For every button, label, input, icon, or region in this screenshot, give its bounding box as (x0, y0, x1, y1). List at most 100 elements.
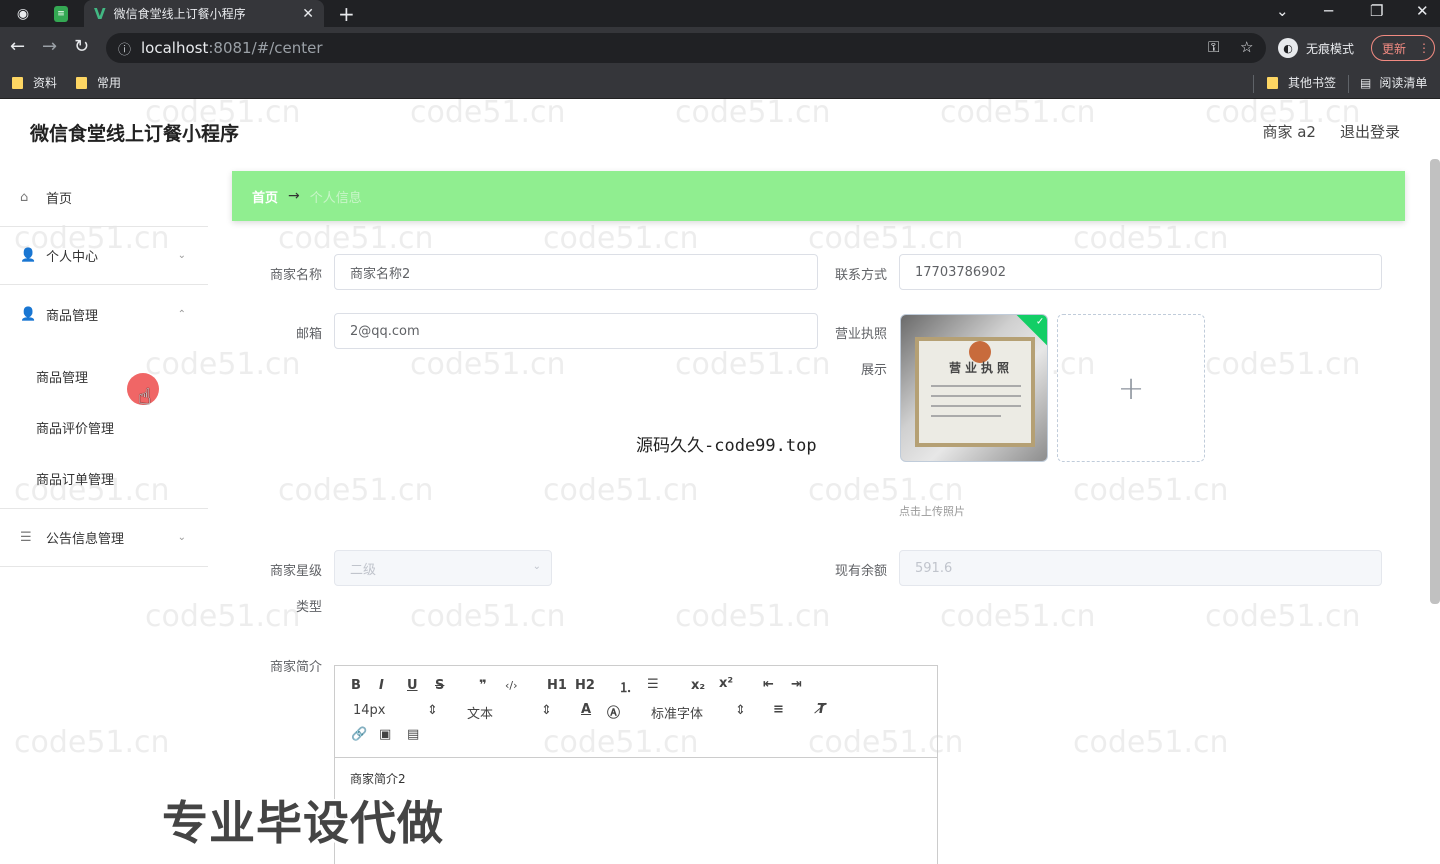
url-host: localhost (141, 39, 209, 57)
sidebar-item-label: 商品管理 (46, 308, 99, 324)
sort-icon[interactable]: ⇕ (541, 703, 552, 718)
incognito-icon: ◐ (1278, 38, 1298, 58)
level-select[interactable]: 二级 ⌄ (334, 550, 552, 586)
more-icon: ⋮ (1418, 41, 1431, 55)
sidebar-item-label: 公告信息管理 (46, 532, 125, 547)
video-icon[interactable]: ▤ (407, 727, 419, 742)
info-icon[interactable]: ⓘ (118, 39, 131, 58)
balance-field[interactable]: 591.6 (899, 550, 1382, 586)
reading-list-icon: ▤ (1360, 75, 1372, 90)
sidebar-item-personal-center[interactable]: 👤 个人中心 ⌄ (0, 227, 208, 285)
sidebar-item-goods[interactable]: 👤 商品管理 ⌃ (0, 285, 208, 343)
watermark: code51.cn (940, 599, 1096, 634)
clear-format-icon[interactable]: T̸ (817, 702, 826, 717)
browser-tab-bar: ◉ ≡ V 微信食堂线上订餐小程序 ✕ + ⌄ ─ ❐ ✕ (0, 0, 1440, 27)
text-line (931, 405, 1021, 407)
sidebar-subitem-reviews[interactable]: 商品评价管理 (0, 402, 208, 453)
quote-button[interactable]: ❞ (479, 678, 487, 693)
minimize-icon[interactable]: ─ (1324, 2, 1333, 20)
breadcrumb-home[interactable]: 首页 (252, 187, 278, 206)
close-icon[interactable]: ✕ (302, 6, 314, 22)
sidebar-subitem-goods[interactable]: 商品管理 (0, 351, 208, 402)
watermark: code51.cn (543, 221, 699, 256)
upload-button[interactable]: + (1057, 314, 1205, 462)
bullet-list-icon[interactable]: ☰ (647, 677, 659, 692)
hand-cursor-icon: ☝ (138, 385, 152, 410)
chevron-down-icon[interactable]: ⌄ (1276, 2, 1289, 20)
breadcrumb: 首页 → 个人信息 (232, 171, 1405, 221)
page-scrollbar[interactable] (1430, 159, 1440, 604)
window-close-icon[interactable]: ✕ (1416, 2, 1429, 20)
restore-icon[interactable]: ❐ (1370, 2, 1383, 20)
ordered-list-icon[interactable]: ⒈ (619, 677, 632, 696)
submenu: 商品管理 商品评价管理 商品订单管理 (0, 343, 208, 509)
text-line (931, 415, 1001, 417)
underline-button[interactable]: U (407, 678, 418, 693)
code-button[interactable]: ‹/› (505, 679, 518, 692)
sort-icon[interactable]: ⇕ (735, 703, 746, 718)
tab-title: 微信食堂线上订餐小程序 (113, 7, 246, 21)
new-tab-icon[interactable]: + (338, 2, 355, 26)
vue-logo-icon: V (94, 4, 106, 23)
link-icon[interactable]: 🔗 (351, 727, 367, 742)
license-doc-title: 营业执照 (949, 361, 1014, 375)
divider (1253, 75, 1254, 93)
bookmark-folder[interactable]: 其他书签 (1267, 74, 1336, 91)
user-icon: 👤 (20, 306, 37, 322)
update-button[interactable]: 更新 ⋮ (1371, 35, 1435, 61)
strike-button[interactable]: S (435, 678, 444, 693)
logout-link[interactable]: 退出登录 (1340, 121, 1400, 142)
watermark-bottom: 专业毕设代做 (162, 796, 444, 850)
reload-icon[interactable]: ↻ (74, 36, 89, 57)
sidebar-item-label: 首页 (46, 192, 73, 207)
watermark: code51.cn (1205, 347, 1361, 382)
incognito-indicator[interactable]: ◐ 无痕模式 (1278, 38, 1354, 58)
license-document: 营业执照 (915, 337, 1035, 447)
update-label: 更新 (1382, 41, 1407, 56)
reading-list[interactable]: ▤ 阅读清单 (1360, 74, 1427, 91)
bookmark-label: 阅读清单 (1379, 76, 1428, 90)
h2-button[interactable]: H2 (575, 678, 595, 693)
browser-tab-active[interactable]: V 微信食堂线上订餐小程序 ✕ (84, 0, 324, 27)
watermark: code51.cn (543, 473, 699, 508)
upload-tip: 点击上传照片 (899, 505, 965, 518)
background-color-icon[interactable]: Ⓐ (607, 702, 620, 721)
globe-icon[interactable]: ◉ (14, 5, 32, 23)
outdent-icon[interactable]: ⇤ (763, 677, 774, 692)
font-color-icon[interactable]: A (581, 702, 591, 717)
indent-icon[interactable]: ⇥ (791, 677, 802, 692)
h1-button[interactable]: H1 (547, 678, 567, 693)
level-label-2: 类型 (295, 600, 322, 615)
forward-icon[interactable]: → (42, 36, 57, 57)
superscript-icon[interactable]: x² (719, 676, 733, 691)
bold-button[interactable]: B (351, 678, 361, 693)
paragraph-select[interactable]: 文本 (467, 703, 493, 722)
list-icon: ☰ (20, 530, 32, 545)
phone-field[interactable]: 17703786902 (899, 254, 1382, 290)
sort-icon[interactable]: ⇕ (427, 703, 438, 718)
watermark: code51.cn (410, 599, 566, 634)
sidebar-subitem-orders[interactable]: 商品订单管理 (0, 453, 208, 504)
align-icon[interactable]: ≡ (773, 702, 784, 717)
bookmark-folder[interactable]: 常用 (76, 74, 121, 91)
subscript-icon[interactable]: x₂ (691, 678, 705, 693)
user-icon: 👤 (20, 248, 37, 263)
merchant-name-field[interactable]: 商家名称2 (334, 254, 818, 290)
sidebar-item-notice[interactable]: ☰ 公告信息管理 ⌄ (0, 509, 208, 567)
sidebar-item-home[interactable]: ⌂ 首页 (0, 169, 208, 227)
folder-icon (12, 76, 23, 89)
license-image[interactable]: 营业执照 ✓ (900, 314, 1048, 462)
italic-button[interactable]: I (379, 678, 384, 693)
font-size-select[interactable]: 14px (353, 703, 386, 718)
font-family-select[interactable]: 标准字体 (651, 703, 703, 722)
url-input[interactable]: ⓘ localhost :8081/#/center (106, 33, 1266, 63)
sheet-icon[interactable]: ≡ (54, 6, 68, 22)
bookmarks-bar: 资料 常用 其他书签 ▤ 阅读清单 (0, 67, 1440, 99)
email-field[interactable]: 2@qq.com (334, 313, 818, 349)
bookmark-folder[interactable]: 资料 (12, 74, 57, 91)
star-icon[interactable]: ☆ (1240, 38, 1253, 56)
back-icon[interactable]: ← (10, 36, 25, 57)
image-icon[interactable]: ▣ (379, 727, 391, 742)
key-icon[interactable]: ⚿ (1208, 38, 1219, 56)
incognito-label: 无痕模式 (1306, 41, 1355, 56)
